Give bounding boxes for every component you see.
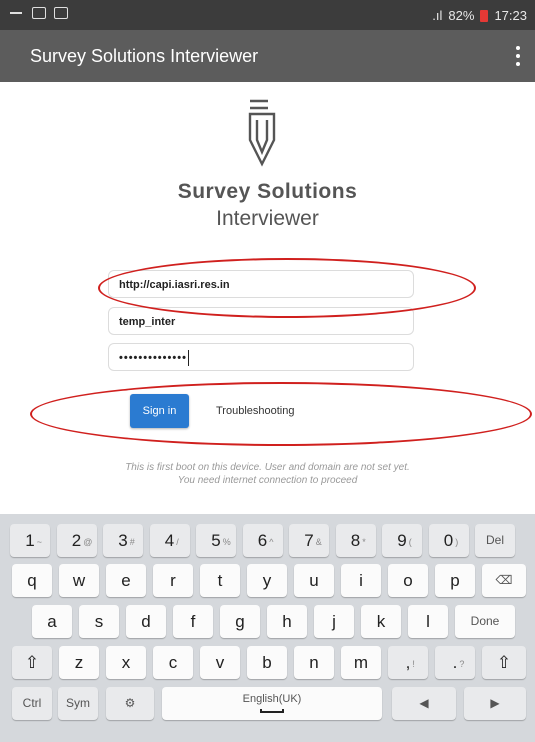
photo-notification-icon [54, 7, 68, 19]
key-b[interactable]: b [247, 646, 287, 679]
notification-icon [10, 7, 24, 19]
clock: 17:23 [494, 8, 527, 23]
battery-icon [480, 9, 489, 22]
cursor-right-icon[interactable]: ▶ [464, 687, 526, 720]
key-2[interactable]: 2 @ [56, 524, 97, 557]
key-6[interactable]: 6 ^ [242, 524, 283, 557]
info-text-line2: You need internet connection to proceed [177, 475, 358, 486]
sym-key[interactable]: Sym [58, 687, 98, 720]
key-q[interactable]: q [12, 564, 52, 597]
cursor-left-icon[interactable]: ◀ [392, 687, 456, 720]
shift-right-icon[interactable]: ⇧ [482, 646, 526, 679]
key-4[interactable]: 4/ [149, 524, 190, 557]
text-cursor [187, 350, 189, 367]
signal-icon: .ıl [432, 8, 443, 23]
key-i[interactable]: i [341, 564, 381, 597]
key-u[interactable]: u [294, 564, 334, 597]
key-0[interactable]: 0) [428, 524, 469, 557]
key-d[interactable]: d [126, 605, 166, 638]
key-t[interactable]: t [200, 564, 240, 597]
key-p[interactable]: p [435, 564, 475, 597]
delete-key[interactable]: Del [475, 524, 515, 557]
on-screen-keyboard: 1 ~2 @3 #4/5% 6 ^ 7 & 8 * 9(0) Del q w e r t y u i o p ⌫ a s d f g h… [0, 514, 535, 742]
settings-gear-icon[interactable]: ⚙ [106, 687, 154, 720]
key-1[interactable]: 1 ~ [10, 524, 50, 557]
key-g[interactable]: g [220, 605, 260, 638]
done-key[interactable]: Done [455, 605, 515, 638]
comma-key[interactable]: ,! [388, 646, 428, 679]
info-text-line1: This is first boot on this device. User … [125, 462, 410, 473]
ctrl-key[interactable]: Ctrl [12, 687, 52, 720]
brand-subtitle: Interviewer [216, 207, 319, 230]
space-bar-label: English(UK) [242, 693, 302, 705]
key-v[interactable]: v [200, 646, 240, 679]
shift-left-icon[interactable]: ⇧ [12, 646, 52, 679]
overflow-menu-icon[interactable] [515, 46, 521, 66]
key-5[interactable]: 5% [196, 524, 236, 557]
key-m[interactable]: m [341, 646, 381, 679]
key-a[interactable]: a [32, 605, 72, 638]
key-y[interactable]: y [247, 564, 287, 597]
key-7[interactable]: 7 & [289, 524, 329, 557]
key-j[interactable]: j [314, 605, 354, 638]
app-bar: Survey Solutions Interviewer [0, 30, 535, 82]
key-8[interactable]: 8 * [335, 524, 376, 557]
app-title: Survey Solutions Interviewer [30, 46, 259, 66]
battery-percent: 82% [448, 8, 475, 23]
space-icon [260, 709, 284, 713]
key-w[interactable]: w [59, 564, 99, 597]
key-r[interactable]: r [153, 564, 193, 597]
key-f[interactable]: f [173, 605, 213, 638]
brand-name: Survey Solutions [177, 180, 358, 203]
backspace-icon[interactable]: ⌫ [482, 564, 526, 597]
key-e[interactable]: e [106, 564, 146, 597]
key-3[interactable]: 3 # [103, 524, 143, 557]
status-bar: .ıl 82% 17:23 [0, 0, 535, 30]
key-s[interactable]: s [79, 605, 119, 638]
status-indicators: .ıl 82% 17:23 [432, 8, 527, 23]
key-k[interactable]: k [361, 605, 401, 638]
notification-icons [10, 7, 68, 19]
password-field[interactable]: •••••••••••••• [108, 343, 414, 371]
key-o[interactable]: o [388, 564, 428, 597]
key-l[interactable]: l [408, 605, 448, 638]
annotation-ellipse-actions [30, 382, 532, 446]
key-n[interactable]: n [294, 646, 334, 679]
image-notification-icon [32, 7, 46, 19]
key-c[interactable]: c [153, 646, 193, 679]
key-h[interactable]: h [267, 605, 307, 638]
space-bar[interactable]: English(UK) [162, 687, 382, 720]
password-mask: •••••••••••••• [119, 352, 187, 364]
key-x[interactable]: x [106, 646, 146, 679]
annotation-ellipse-url [98, 258, 476, 318]
period-key[interactable]: .? [435, 646, 475, 679]
key-9[interactable]: 9( [382, 524, 422, 557]
survey-solutions-logo-icon [248, 99, 276, 167]
key-z[interactable]: z [59, 646, 99, 679]
